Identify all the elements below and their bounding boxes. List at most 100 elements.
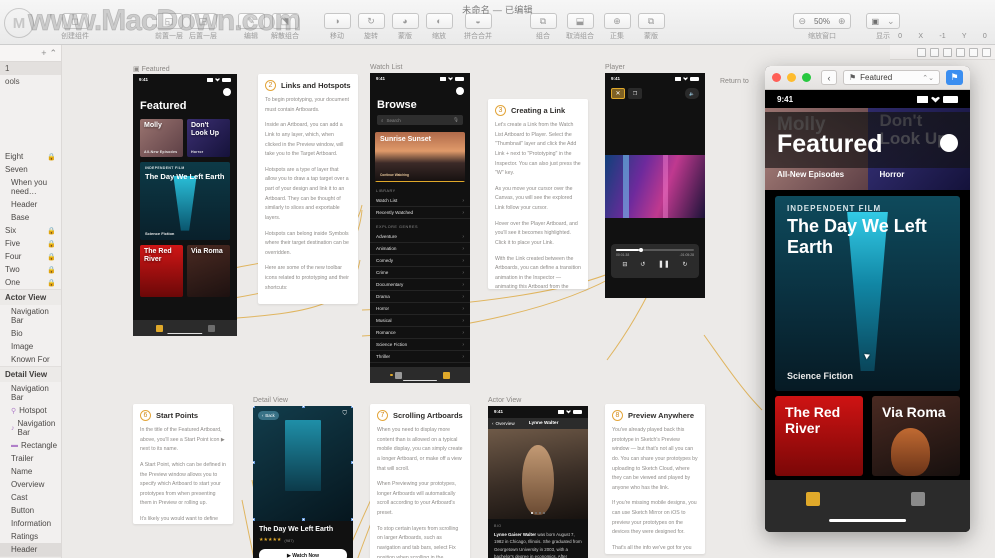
layer-item[interactable]: Information [0, 517, 61, 530]
zoom-in-icon[interactable]: ⊕ [834, 16, 850, 27]
genre-row[interactable]: Comedy › [370, 255, 470, 267]
profile-icon[interactable] [456, 87, 464, 95]
genre-row[interactable]: Thriller › [370, 351, 470, 363]
layer-group-actor-view[interactable]: Actor View [0, 289, 61, 305]
tab-library-icon[interactable] [442, 371, 450, 379]
featured-card-redriver[interactable]: The Red River [140, 245, 183, 297]
toolbar-group[interactable]: ⧉ 组合 [526, 13, 560, 41]
tab-library-icon[interactable] [806, 492, 820, 506]
layer-item[interactable]: Navigation Bar [0, 305, 61, 327]
artboard-name-actor-view[interactable]: Actor View [488, 397, 521, 404]
preview-content[interactable]: 9:41 Molly Don't Look Up Featured All-Ne… [765, 90, 970, 532]
artboard-name-return-to[interactable]: Return to [720, 78, 749, 85]
subtitles-icon[interactable]: ⊟ [622, 261, 627, 268]
genre-row[interactable]: Drama › [370, 291, 470, 303]
layer-item[interactable]: ⚲ Hotspot [0, 404, 61, 417]
featured-card-molly[interactable]: Molly All-New Episodes [140, 119, 183, 157]
layer-item[interactable]: Overview [0, 478, 61, 491]
genre-row[interactable]: Animation › [370, 243, 470, 255]
layer-item[interactable]: ♪ Navigation Bar [0, 417, 61, 439]
tab-search-icon[interactable] [207, 324, 215, 332]
volume-icon[interactable]: 🔈 [685, 88, 699, 99]
selection-handle[interactable] [253, 406, 255, 408]
lock-icon[interactable]: 🔒 [47, 153, 56, 161]
carousel-dots[interactable] [531, 512, 545, 514]
artboard-name-detail-view[interactable]: Detail View [253, 397, 288, 404]
tab-bar[interactable] [370, 367, 470, 383]
layer-group-detail-view[interactable]: Detail View [0, 366, 61, 382]
selection-handle[interactable] [302, 406, 305, 408]
layer-item[interactable]: Name [0, 465, 61, 478]
scrubber-knob[interactable] [638, 247, 643, 252]
watchlist-featured-card[interactable]: Sunrise Sunset Continue Watching [375, 132, 465, 182]
layer-item[interactable]: One 🔒 [0, 276, 61, 289]
note-links-and-hotspots[interactable]: 2 Links and Hotspots To begin prototypin… [258, 74, 358, 304]
coord-y-value[interactable]: -1 [939, 33, 945, 40]
coord-w-value[interactable]: 0 [983, 33, 987, 40]
add-page-button[interactable]: + [41, 48, 46, 58]
artboard-featured[interactable]: 9:41 Featured Molly All-New Episodes Don… [133, 74, 237, 336]
featured-card-viaroma[interactable]: Via Roma [187, 245, 230, 297]
genre-row[interactable]: Documentary › [370, 279, 470, 291]
page-item-1[interactable]: 1 [0, 62, 61, 75]
library-row[interactable]: Watch List › [370, 195, 470, 207]
note-creating-a-link[interactable]: 3 Creating a Link Let's create a Link fr… [488, 99, 588, 289]
featured-card-dontlookup[interactable]: Don't Look Up Horror [187, 119, 230, 157]
card-body[interactable]: All-New Episodes [765, 168, 868, 190]
card-body[interactable]: Horror [867, 168, 970, 190]
genre-row[interactable]: Crime › [370, 267, 470, 279]
toolbar-mask[interactable]: ◕ 蒙版 [388, 13, 422, 41]
toolbar-flatten[interactable]: ◒ 拼合合并 [456, 13, 500, 41]
preview-window[interactable]: ‹ ⚑ Featured ⌃⌄ ⚑ 9:41 Molly Don't Look … [765, 66, 970, 532]
transport-controls[interactable]: ⊟ ↺ ❚❚ ↻ [616, 260, 694, 268]
player-controls-panel[interactable]: 00:01:38 -01:05:28 ⊟ ↺ ❚❚ ↻ [611, 244, 699, 278]
layer-item[interactable]: Six 🔒 [0, 224, 61, 237]
genre-row[interactable]: Adventure › [370, 231, 470, 243]
close-window-icon[interactable] [772, 73, 781, 82]
note-start-points[interactable]: 6 Start Points In the title of the Featu… [133, 404, 233, 524]
selection-handle[interactable] [302, 518, 305, 521]
tab-search-icon[interactable] [394, 371, 402, 379]
genre-row[interactable]: Horror › [370, 303, 470, 315]
chevron-updown-icon[interactable]: ⌃⌄ [922, 74, 934, 82]
dot-icon[interactable] [531, 512, 533, 514]
pause-icon[interactable]: ❚❚ [658, 260, 670, 268]
selection-handle[interactable] [351, 518, 353, 521]
lock-icon[interactable]: 🔒 [47, 240, 56, 248]
dot-icon[interactable] [543, 512, 545, 514]
lock-icon[interactable]: 🔒 [47, 227, 56, 235]
minimize-window-icon[interactable] [787, 73, 796, 82]
layer-item[interactable]: Eight 🔒 [0, 150, 61, 163]
dot-icon[interactable] [539, 512, 541, 514]
pip-icon[interactable]: ❐ [628, 88, 642, 99]
artboard-name-watchlist[interactable]: Watch List [370, 64, 402, 71]
chevron-down-icon[interactable]: ⌄ [883, 16, 899, 27]
preview-back-button[interactable]: ‹ [821, 70, 837, 85]
layer-item[interactable]: ▬ Rectangle [0, 439, 61, 452]
selection-handle[interactable] [253, 518, 255, 521]
layer-item[interactable]: Header [0, 543, 61, 556]
toolbar-zoom[interactable]: ⊖ 50% ⊕ 缩放窗口 [792, 13, 852, 41]
artboard-player[interactable]: 9:41 ✕ ❐ 🔈 00:01:38 -01:05:28 ⊟ ↺ ❚❚ ↻ [605, 73, 705, 298]
lock-icon[interactable]: 🔒 [47, 266, 56, 274]
player-video-frame[interactable] [605, 155, 705, 218]
toolbar-scale[interactable]: ◐ 缩放 [422, 13, 456, 41]
align-right-icon[interactable] [943, 47, 952, 57]
scrubber-track[interactable] [616, 247, 694, 252]
align-center-icon[interactable] [930, 47, 939, 57]
back-button[interactable]: ‹ Overview [488, 421, 515, 426]
layer-item[interactable]: Navigation Bar [0, 382, 61, 404]
layer-item[interactable]: Seven [0, 163, 61, 176]
artboard-name-featured[interactable]: ▣ Featured [133, 65, 170, 73]
align-top-icon[interactable] [956, 47, 965, 57]
layer-item[interactable]: Four 🔒 [0, 250, 61, 263]
toolbar-move[interactable]: ◑ 移动 [320, 13, 354, 41]
note-preview-anywhere[interactable]: 8 Preview Anywhere You've already played… [605, 404, 705, 554]
preview-card-viaroma[interactable]: Via Roma [872, 396, 960, 476]
dot-icon[interactable] [535, 512, 537, 514]
genre-row[interactable]: Science Fiction › [370, 339, 470, 351]
layers-sidebar[interactable]: + ⌃ 1 ools Eight 🔒 Seven When you need… Head… [0, 45, 62, 558]
watch-now-button[interactable]: ▶ Watch Now [259, 549, 347, 558]
toolbar-union[interactable]: ⊕ 正集 [600, 13, 634, 41]
page-item-tools[interactable]: ools [0, 75, 61, 88]
